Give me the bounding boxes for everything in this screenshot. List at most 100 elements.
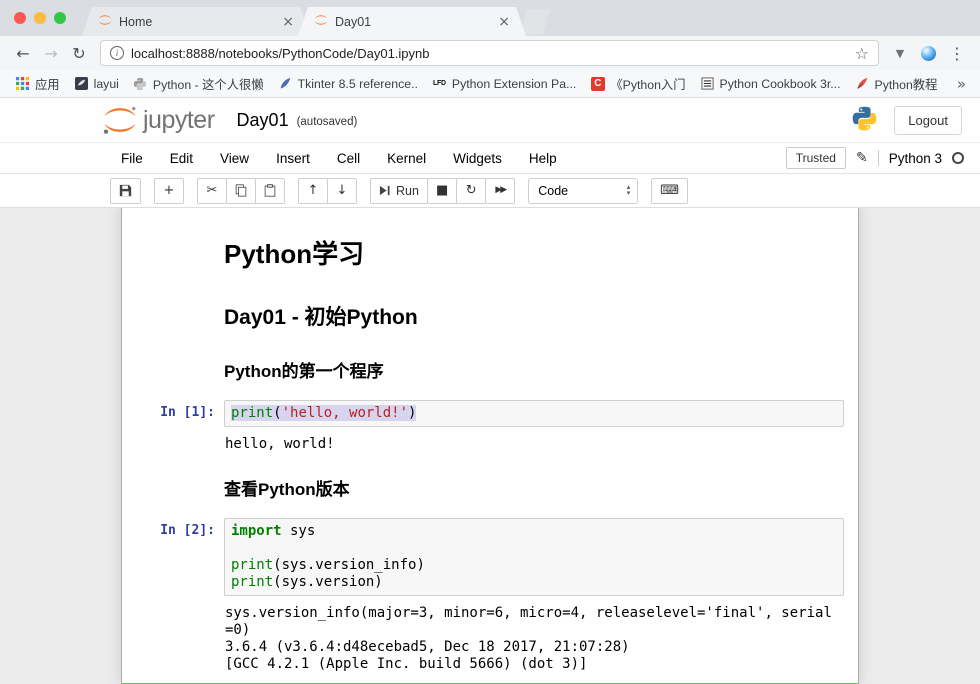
- notebook-scroll-area: Python学习 Day01 - 初始Python Python的第一个程序 I…: [0, 208, 980, 684]
- cut-cell-button[interactable]: ✂: [197, 178, 227, 204]
- tab-title: Day01: [335, 15, 491, 29]
- jupyter-logo[interactable]: jupyter: [102, 106, 215, 135]
- move-cell-up-button[interactable]: ↑: [298, 178, 328, 204]
- tab-day01[interactable]: Day01 ×: [298, 7, 526, 36]
- site-info-icon[interactable]: i: [110, 46, 124, 60]
- restart-icon: ↻: [466, 184, 477, 197]
- code-input-2[interactable]: import sys print(sys.version_info) print…: [224, 518, 844, 596]
- menu-edit[interactable]: Edit: [170, 151, 193, 166]
- menu-insert[interactable]: Insert: [276, 151, 310, 166]
- new-tab-button[interactable]: [520, 9, 550, 35]
- url-text: localhost:8888/notebooks/PythonCode/Day0…: [131, 46, 848, 61]
- notebook-title[interactable]: Day01: [237, 110, 289, 131]
- reload-button[interactable]: ↻: [66, 40, 92, 66]
- notebook-container: Python学习 Day01 - 初始Python Python的第一个程序 I…: [121, 208, 859, 684]
- interrupt-kernel-button[interactable]: ■: [427, 178, 457, 204]
- back-button[interactable]: ←: [10, 40, 36, 66]
- command-palette-button[interactable]: ⌨: [651, 178, 688, 204]
- fast-forward-icon: ▶▶: [495, 184, 505, 197]
- heading-first-program: Python的第一个程序: [224, 357, 844, 382]
- restart-run-all-button[interactable]: ▶▶: [485, 178, 515, 204]
- markdown-cell-h2[interactable]: Day01 - 初始Python: [122, 287, 858, 345]
- menu-widgets[interactable]: Widgets: [453, 151, 502, 166]
- menu-kernel[interactable]: Kernel: [387, 151, 426, 166]
- paste-cell-button[interactable]: [255, 178, 285, 204]
- bookmark-apps[interactable]: 应用: [8, 73, 67, 95]
- markdown-cell-h3-second[interactable]: 查看Python版本: [122, 463, 858, 512]
- heading-python-study: Python学习: [224, 234, 844, 271]
- code-cell-1[interactable]: In [1]: print('hello, world!') hello, wo…: [122, 394, 858, 463]
- clipboard-icon: [264, 184, 276, 197]
- bookmark-tkinter-reference[interactable]: Tkinter 8.5 reference..: [271, 74, 425, 93]
- address-bar[interactable]: i localhost:8888/notebooks/PythonCode/Da…: [100, 40, 879, 66]
- save-button[interactable]: [110, 178, 141, 204]
- window-close-button[interactable]: [14, 12, 26, 24]
- run-label: Run: [396, 184, 419, 198]
- forward-button[interactable]: →: [38, 40, 64, 66]
- copy-cell-button[interactable]: [226, 178, 256, 204]
- bookmarks-overflow-icon[interactable]: »: [951, 75, 972, 93]
- bookmarks-bar: 应用 layui Python - 这个人很懒 Tkinter 8.5 refe…: [0, 70, 980, 98]
- heading-day01: Day01 - 初始Python: [224, 301, 844, 331]
- menu-cell[interactable]: Cell: [337, 151, 360, 166]
- python-logo-icon: [851, 105, 878, 135]
- cell-type-value: Code: [538, 184, 568, 198]
- layui-favicon-icon: [74, 76, 89, 91]
- bookmark-layui[interactable]: layui: [67, 74, 126, 93]
- run-cell-button[interactable]: Run: [370, 178, 428, 204]
- bookmark-python-cookbook[interactable]: Python Cookbook 3r...: [693, 74, 848, 93]
- bookmark-python-jiaocheng[interactable]: Python教程: [848, 73, 945, 95]
- kernel-idle-icon: [952, 152, 964, 164]
- bookmark-python-blog[interactable]: Python - 这个人很懒: [126, 73, 271, 95]
- tab-close-icon[interactable]: ×: [498, 15, 510, 29]
- jupyter-planet-icon: [102, 106, 138, 134]
- prompt-empty: [128, 351, 224, 388]
- input-prompt: In [2]:: [128, 518, 224, 596]
- code-output-1: hello, world!: [224, 432, 844, 457]
- keyboard-icon: ⌨: [660, 184, 679, 197]
- move-cell-down-button[interactable]: ↓: [327, 178, 357, 204]
- extension-globe-icon[interactable]: [921, 46, 936, 61]
- window-minimize-button[interactable]: [34, 12, 46, 24]
- trusted-badge[interactable]: Trusted: [786, 147, 846, 169]
- apps-grid-icon: [15, 76, 30, 91]
- heading-check-version: 查看Python版本: [224, 475, 844, 500]
- code-cell-2[interactable]: In [2]: import sys print(sys.version_inf…: [122, 512, 858, 683]
- menu-view[interactable]: View: [220, 151, 249, 166]
- markdown-cell-h1[interactable]: Python学习: [122, 222, 858, 287]
- c-red-favicon-icon: C: [590, 76, 605, 91]
- markdown-cell-h3-first[interactable]: Python的第一个程序: [122, 345, 858, 394]
- save-floppy-icon: [119, 184, 132, 197]
- bookmark-label: Python教程: [875, 75, 938, 93]
- edit-mode-pencil-icon: ✎: [856, 150, 868, 166]
- jupyter-favicon-icon: [98, 14, 112, 29]
- downloads-chevron-icon[interactable]: ▼: [887, 40, 913, 66]
- bookmark-star-icon[interactable]: ☆: [855, 44, 869, 63]
- browser-menu-icon[interactable]: ⋮: [944, 40, 970, 66]
- bookmark-label: Python Extension Pa...: [452, 77, 576, 91]
- bookmark-label: Python - 这个人很懒: [153, 75, 264, 93]
- tab-home[interactable]: Home ×: [82, 7, 310, 36]
- book-lines-icon: [700, 76, 715, 91]
- window-zoom-button[interactable]: [54, 12, 66, 24]
- bookmark-label: Python Cookbook 3r...: [720, 77, 841, 91]
- tab-close-icon[interactable]: ×: [282, 15, 294, 29]
- divider: [878, 150, 879, 166]
- bookmark-python-rumen[interactable]: C 《Python入门: [583, 73, 692, 95]
- output-prompt: [128, 432, 224, 457]
- run-icon: [379, 185, 390, 196]
- input-prompt: In [1]:: [128, 400, 224, 427]
- window-controls: [6, 12, 82, 24]
- stop-icon: ■: [436, 184, 448, 197]
- scissors-icon: ✂: [207, 184, 218, 197]
- menu-help[interactable]: Help: [529, 151, 557, 166]
- restart-kernel-button[interactable]: ↻: [456, 178, 486, 204]
- menu-file[interactable]: File: [121, 151, 143, 166]
- bookmark-python-extension[interactable]: LFD Python Extension Pa...: [425, 74, 583, 93]
- code-input-1[interactable]: print('hello, world!'): [224, 400, 844, 427]
- browser-toolbar: ← → ↻ i localhost:8888/notebooks/PythonC…: [0, 36, 980, 70]
- insert-cell-button[interactable]: +: [154, 178, 184, 204]
- logout-button[interactable]: Logout: [894, 106, 962, 135]
- bookmark-label: Tkinter 8.5 reference..: [298, 77, 418, 91]
- cell-type-select[interactable]: Code ▴ ▾: [528, 178, 638, 204]
